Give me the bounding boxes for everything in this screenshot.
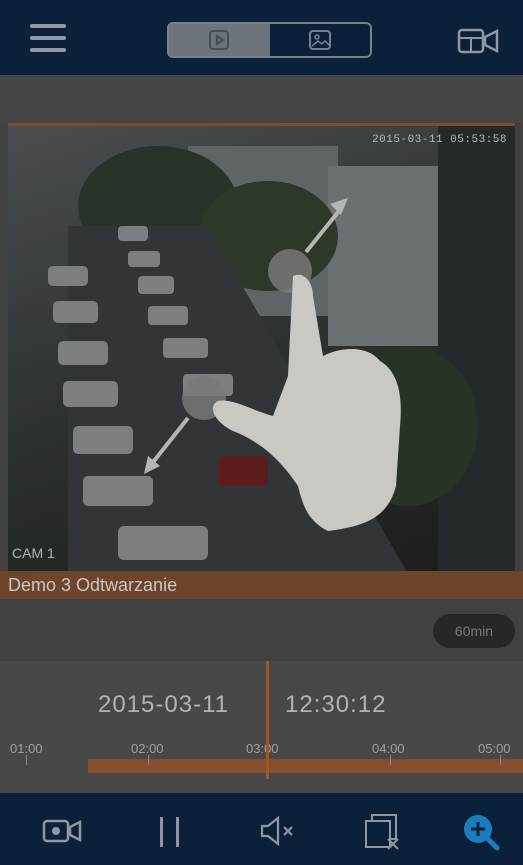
mute-icon[interactable] [256, 811, 300, 851]
hamburger-menu-icon[interactable] [30, 24, 66, 52]
camera-scene [48, 126, 515, 571]
tab-playback[interactable] [169, 24, 270, 56]
bottom-toolbar [0, 793, 523, 865]
tick-label: 02:00 [131, 741, 164, 756]
info-strip [0, 75, 523, 123]
interval-area: 60min [0, 599, 523, 661]
video-view[interactable]: 2015-03-11 05:53:58 CAM 1 [8, 123, 515, 571]
playback-title-bar: Demo 3 Odtwarzanie [0, 571, 523, 599]
image-gallery-icon [308, 30, 331, 50]
tick-label: 04:00 [372, 741, 405, 756]
play-video-icon [209, 30, 230, 50]
tab-images[interactable] [270, 24, 371, 56]
close-window-icon[interactable] [362, 811, 406, 851]
top-navbar [0, 0, 523, 75]
tick-label: 01:00 [10, 741, 43, 756]
mode-switcher [167, 22, 372, 58]
timeline-time: 12:30:12 [285, 691, 387, 718]
timeline[interactable]: 2015-03-11 12:30:12 01:00 02:00 03:00 04… [0, 661, 523, 793]
interval-button[interactable]: 60min [433, 614, 515, 648]
tick-mark [26, 755, 27, 765]
tick-label: 05:00 [478, 741, 511, 756]
camera-label: CAM 1 [12, 545, 55, 561]
pause-icon[interactable] [148, 811, 192, 851]
playback-title: Demo 3 Odtwarzanie [8, 575, 178, 595]
timeline-cursor[interactable] [266, 661, 269, 779]
tick-mark [390, 755, 391, 765]
recording-segment [88, 759, 523, 773]
multi-camera-icon[interactable] [455, 24, 503, 56]
tick-mark [148, 755, 149, 765]
timeline-date: 2015-03-11 [98, 691, 229, 718]
video-timestamp: 2015-03-11 05:53:58 [372, 134, 507, 146]
tick-mark [500, 755, 501, 765]
record-camera-icon[interactable] [40, 811, 84, 851]
tick-label: 03:00 [246, 741, 279, 756]
zoom-in-icon[interactable] [458, 811, 502, 851]
